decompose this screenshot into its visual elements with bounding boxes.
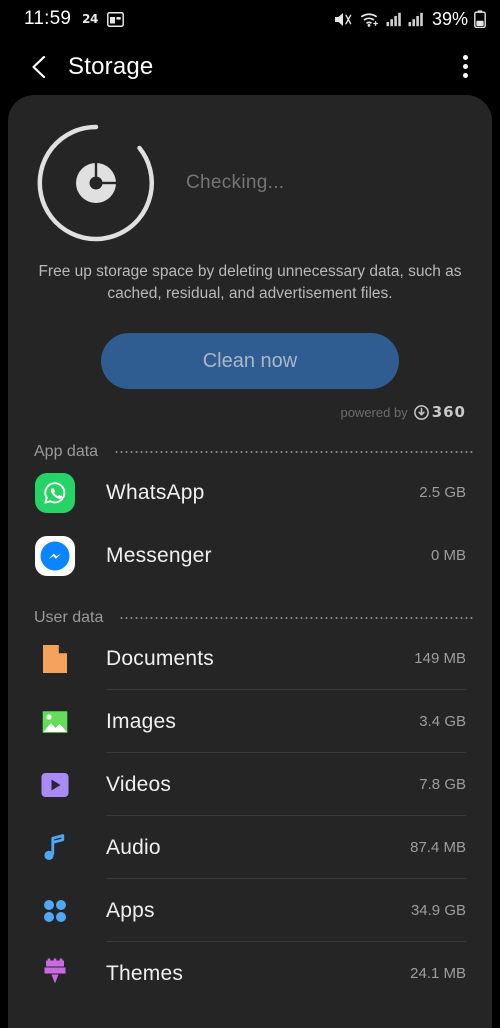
section-dotted-rule: [119, 617, 474, 619]
cleaner-description: Free up storage space by deleting unnece…: [38, 263, 462, 302]
list-item-label: Images: [106, 709, 177, 733]
circular-progress-icon: [37, 124, 155, 242]
image-icon: [34, 701, 76, 743]
themes-brush-icon: [34, 953, 76, 995]
list-item-size: 34.9 GB: [410, 902, 466, 919]
list-item-label: Apps: [106, 898, 155, 922]
section-label: User data: [34, 609, 104, 626]
list-item-label: WhatsApp: [106, 480, 205, 504]
content-card: Checking... Free up storage space by del…: [8, 95, 492, 1028]
wifi-icon: [361, 12, 378, 27]
list-item[interactable]: Themes 24.1 MB: [8, 942, 492, 1005]
section-header-app-data: App data: [8, 443, 492, 461]
battery-percent-label: 39%: [431, 8, 468, 29]
list-item-size: 2.5 GB: [419, 484, 466, 501]
scan-progress-spinner: [26, 113, 166, 253]
clean-now-button[interactable]: Clean now: [101, 333, 399, 389]
overflow-menu-button[interactable]: [450, 52, 480, 82]
status-right-icons: 39%: [334, 9, 486, 30]
list-item[interactable]: WhatsApp 2.5 GB: [8, 461, 492, 524]
kebab-dot: [462, 55, 468, 60]
status-left-icons: 24: [82, 11, 124, 27]
mute-icon: [334, 12, 352, 26]
apps-grid-icon: [34, 890, 76, 932]
list-item-label: Audio: [106, 835, 161, 859]
battery-icon: [474, 10, 486, 28]
circle-arrow-icon: [413, 404, 429, 420]
list-item[interactable]: Videos 7.8 GB: [8, 753, 492, 816]
list-item-size: 3.4 GB: [419, 713, 466, 730]
brand-360-label: 360: [431, 403, 466, 421]
list-item-size: 149 MB: [414, 650, 466, 667]
list-item[interactable]: Messenger 0 MB: [8, 524, 492, 587]
list-item-size: 24.1 MB: [410, 965, 466, 982]
chevron-left-icon: [32, 55, 46, 78]
back-button[interactable]: [24, 52, 54, 82]
audio-note-icon: [34, 827, 76, 869]
scan-status-text: Checking...: [186, 172, 285, 193]
list-item-size: 87.4 MB: [410, 839, 466, 856]
list-item[interactable]: Audio 87.4 MB: [8, 816, 492, 879]
messenger-icon: [34, 535, 76, 577]
whatsapp-icon: [34, 472, 76, 514]
section-dotted-rule: [114, 451, 474, 453]
list-item-size: 7.8 GB: [419, 776, 466, 793]
video-icon: [34, 764, 76, 806]
alarm-24-icon: 24: [82, 12, 98, 26]
list-item-size: 0 MB: [430, 547, 466, 564]
list-item[interactable]: Apps 34.9 GB: [8, 879, 492, 942]
storage-cleaner-section: Checking... Free up storage space by del…: [8, 95, 492, 421]
powered-by-label: powered by: [340, 404, 408, 420]
list-item-label: Videos: [106, 772, 172, 796]
powered-by-row: powered by 360: [8, 389, 492, 421]
kebab-dot: [462, 73, 468, 78]
signal-sim1-icon: [386, 12, 401, 27]
list-item-label: Messenger: [106, 543, 212, 567]
list-item[interactable]: Documents 149 MB: [8, 627, 492, 690]
status-bar: 11:59 24 39%: [0, 0, 500, 38]
list-item-label: Documents: [106, 646, 215, 670]
multiwindow-icon: [106, 11, 124, 27]
section-header-user-data: User data: [8, 609, 492, 627]
cleaner-status-row: Checking...: [8, 113, 492, 253]
list-item[interactable]: Images 3.4 GB: [8, 690, 492, 753]
app-bar: Storage: [0, 38, 500, 95]
document-icon: [34, 638, 76, 680]
phone-screen: 11:59 24 39% Storage Checking... Free up…: [0, 0, 500, 1028]
kebab-dot: [462, 64, 468, 69]
brand-360-logo: 360: [413, 403, 466, 421]
page-title: Storage: [68, 52, 154, 80]
clean-button-container: Clean now: [8, 333, 492, 389]
section-label: App data: [34, 443, 99, 460]
list-item-label: Themes: [106, 961, 184, 985]
status-clock: 11:59: [24, 8, 72, 29]
signal-sim2-icon: [408, 12, 423, 27]
